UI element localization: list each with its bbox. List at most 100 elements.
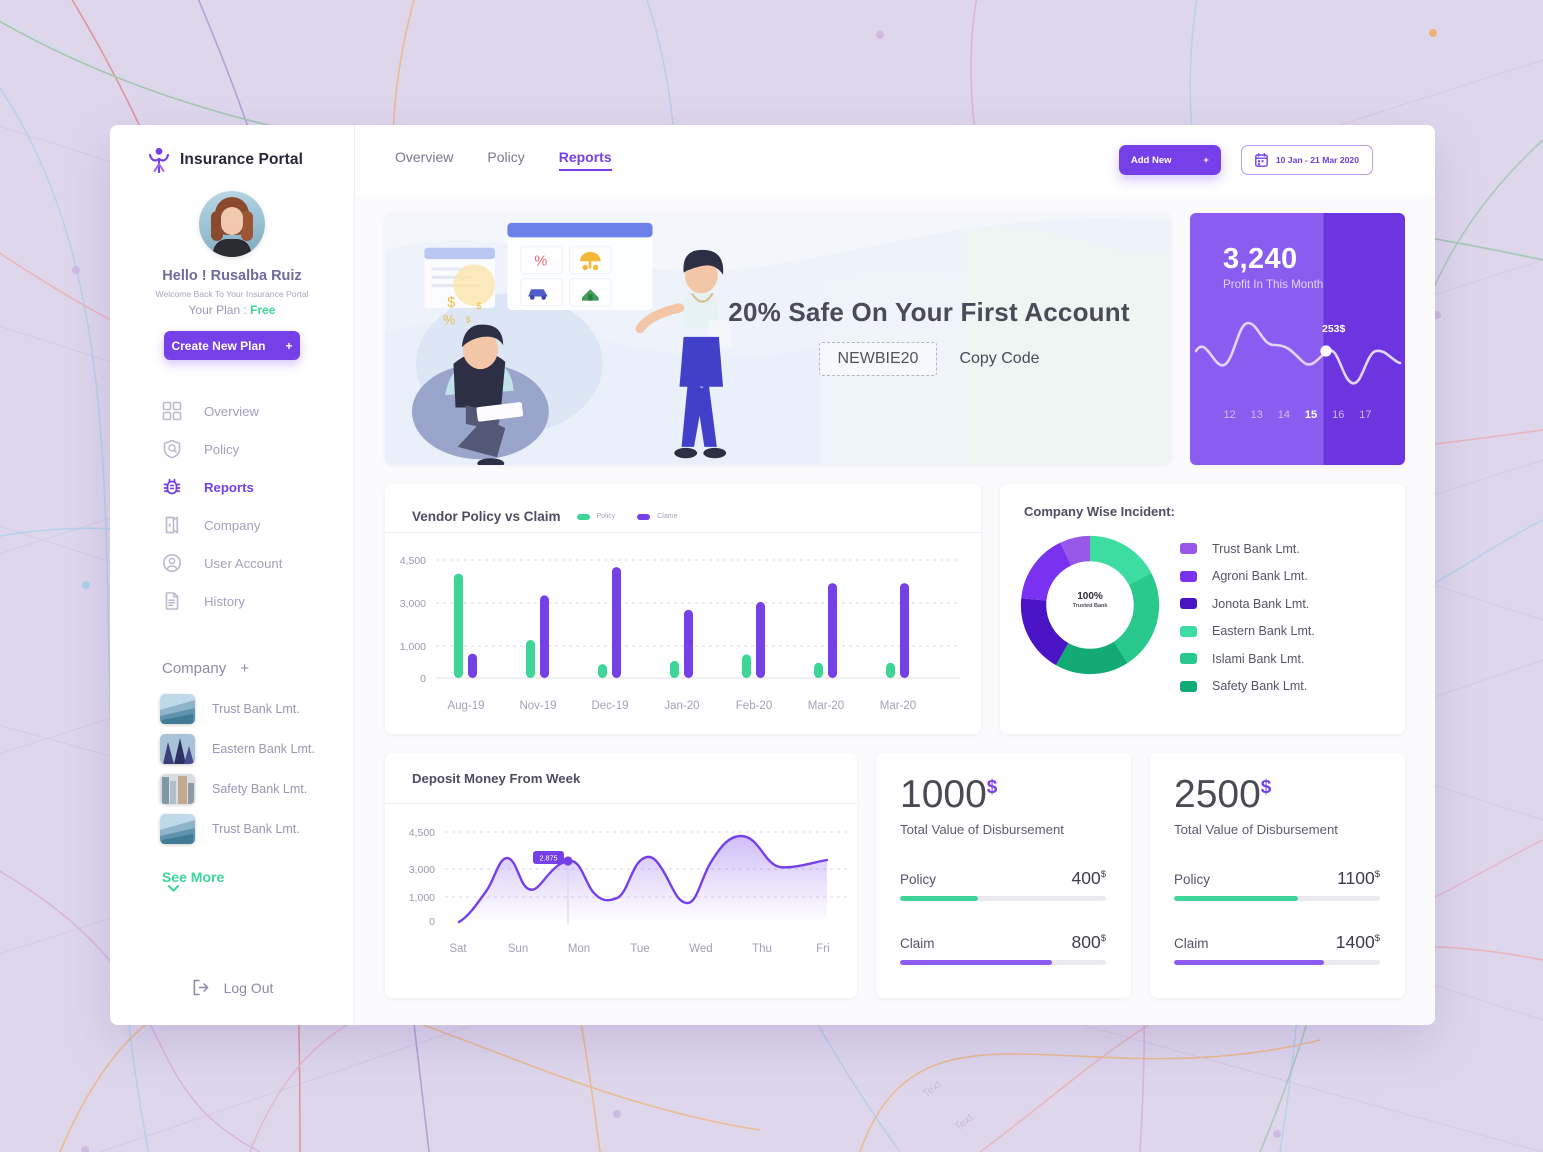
avatar[interactable] xyxy=(199,191,265,257)
day-label: 13 xyxy=(1250,409,1263,421)
profit-days: 12 13 14 15 16 17 xyxy=(1190,409,1405,421)
sidebar-item-company[interactable]: Company xyxy=(110,506,354,544)
company-wise-incident-card: Company Wise Incident: 100% Trusted Bank… xyxy=(1000,484,1405,734)
list-item[interactable]: Safety Bank Lmt. xyxy=(110,769,354,809)
svg-text:1,000: 1,000 xyxy=(400,641,426,653)
company-name: Trust Bank Lmt. xyxy=(212,822,300,836)
svg-text:4,500: 4,500 xyxy=(409,827,435,839)
progress-track xyxy=(1174,896,1380,901)
progress-track xyxy=(1174,960,1380,965)
day-label: 14 xyxy=(1277,409,1291,421)
plus-icon: + xyxy=(1203,154,1209,166)
company-thumbnail xyxy=(160,734,195,764)
sidebar-item-user-account[interactable]: User Account xyxy=(110,544,354,582)
progress-fill xyxy=(900,896,979,901)
stat-value: 2500$ xyxy=(1174,775,1380,814)
bar-chart-title: Vendor Policy vs Claim xyxy=(412,509,561,524)
profit-card: 3,240 Profit In This Month 253$ 12 13 14… xyxy=(1190,213,1405,465)
legend-swatch xyxy=(1180,598,1197,610)
tab-overview[interactable]: Overview xyxy=(395,149,453,171)
svg-text:Mar-20: Mar-20 xyxy=(880,700,916,712)
bar-amount: 1100 xyxy=(1337,868,1375,888)
line-chart-tooltip: 2.875 xyxy=(533,851,564,864)
bug-icon xyxy=(163,478,181,495)
stat-number: 1000 xyxy=(900,773,987,816)
donut-percent: 100% xyxy=(1077,591,1103,602)
bar-label-row: Claim 800$ xyxy=(900,932,1106,953)
svg-text:Text: Text xyxy=(920,1078,943,1100)
chevron-down-icon xyxy=(168,885,179,892)
stat-subtitle: Total Value of Disbursement xyxy=(900,822,1064,837)
promo-code[interactable]: NEWBIE20 xyxy=(818,342,938,376)
greeting-text: Hello ! Rusalba Ruiz xyxy=(162,268,302,284)
create-new-plan-button[interactable]: Create New Plan + xyxy=(164,331,300,360)
topbar-actions: Add New + 10 Jan - 21 Mar 2020 xyxy=(1118,145,1373,175)
bar-value: 800$ xyxy=(1072,932,1107,953)
svg-text:Thu: Thu xyxy=(752,943,772,955)
date-range-button[interactable]: 10 Jan - 21 Mar 2020 xyxy=(1240,145,1373,175)
sidebar-item-label: User Account xyxy=(204,555,283,571)
svg-text:$: $ xyxy=(476,301,482,311)
app-window: Insurance Portal Hello ! Rusalba Ruiz We… xyxy=(110,125,1435,1025)
svg-text:%: % xyxy=(443,312,455,327)
deposit-money-card: Deposit Money From Week 4,500 3,000 1,00… xyxy=(385,753,857,998)
stat-bar-claim: Claim 800$ xyxy=(900,932,1106,965)
day-label: 12 xyxy=(1223,409,1236,421)
legend-item[interactable]: Agroni Bank Lmt. xyxy=(1180,563,1315,591)
legend-item-policy[interactable]: Policy xyxy=(576,513,615,520)
sidebar-item-overview[interactable]: Overview xyxy=(110,392,354,430)
legend-item[interactable]: Safety Bank Lmt. xyxy=(1180,673,1315,701)
currency-symbol: $ xyxy=(1100,933,1106,945)
promo-row: NEWBIE20 Copy Code xyxy=(719,342,1139,376)
bar-amount: 800 xyxy=(1071,932,1101,952)
add-new-button[interactable]: Add New + xyxy=(1118,145,1221,175)
legend-swatch xyxy=(1180,653,1197,665)
currency-symbol: $ xyxy=(1374,869,1380,881)
company-section-title: Company xyxy=(162,660,227,677)
see-more-button[interactable]: See More xyxy=(110,849,354,892)
logout-button[interactable]: Log Out xyxy=(110,978,354,997)
bar-value: 1100$ xyxy=(1337,868,1380,889)
sidebar-item-reports[interactable]: Reports xyxy=(110,468,354,506)
currency-symbol: $ xyxy=(1260,777,1272,798)
building-icon xyxy=(165,516,179,534)
copy-code-button[interactable]: Copy Code xyxy=(959,350,1039,368)
legend-item[interactable]: Trust Bank Lmt. xyxy=(1180,535,1315,563)
sidebar-item-history[interactable]: History xyxy=(110,582,354,620)
sidebar-item-policy[interactable]: Policy xyxy=(110,430,354,468)
day-label: 17 xyxy=(1359,409,1372,421)
tab-reports[interactable]: Reports xyxy=(558,149,612,171)
grid-icon xyxy=(162,401,182,421)
svg-text:Sun: Sun xyxy=(508,943,528,955)
svg-text:$: $ xyxy=(447,295,455,311)
donut-sublabel: Trusted Bank xyxy=(1072,603,1108,609)
row-banner: $ % $ $ % 20% Safe On Your First Account… xyxy=(385,213,1405,465)
svg-text:Mar-20: Mar-20 xyxy=(808,700,844,712)
legend-item[interactable]: Eastern Bank Lmt. xyxy=(1180,618,1315,646)
brand[interactable]: Insurance Portal xyxy=(110,125,354,173)
bar-amount: 1400 xyxy=(1335,932,1375,952)
svg-text:0: 0 xyxy=(429,916,435,928)
add-company-button[interactable]: + xyxy=(240,660,249,677)
legend-swatch xyxy=(1180,570,1197,582)
svg-text:%: % xyxy=(534,253,547,269)
svg-text:Jan-20: Jan-20 xyxy=(664,700,699,712)
tab-policy[interactable]: Policy xyxy=(487,149,524,171)
svg-text:2.875: 2.875 xyxy=(540,854,558,863)
list-item[interactable]: Eastern Bank Lmt. xyxy=(110,729,354,769)
sidebar-nav: Overview Policy Reports Company User Acc… xyxy=(110,392,354,620)
svg-text:3,000: 3,000 xyxy=(400,598,426,610)
logout-icon xyxy=(193,979,208,996)
legend-item[interactable]: Islami Bank Lmt. xyxy=(1180,645,1315,673)
legend-item[interactable]: Jonota Bank Lmt. xyxy=(1180,590,1315,618)
shield-icon xyxy=(163,439,181,459)
list-item[interactable]: Trust Bank Lmt. xyxy=(110,809,354,849)
bar-name: Claim xyxy=(900,936,935,951)
list-item[interactable]: Trust Bank Lmt. xyxy=(110,689,354,729)
plan-row: Your Plan : Free xyxy=(110,303,354,317)
avatar-face xyxy=(221,207,243,235)
stat-value: 1000$ xyxy=(900,775,1106,814)
legend-item-clame[interactable]: Clame xyxy=(637,513,677,520)
svg-text:Dec-19: Dec-19 xyxy=(591,700,628,712)
sidebar-item-label: Overview xyxy=(204,403,259,419)
